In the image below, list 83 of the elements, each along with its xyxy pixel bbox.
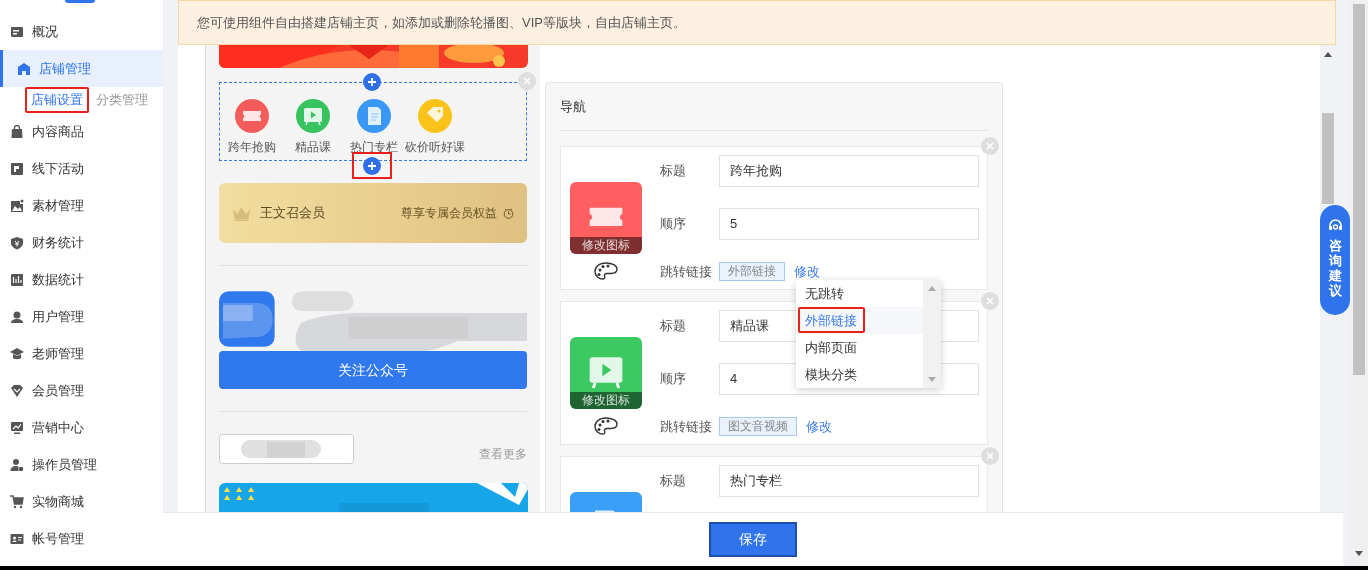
- field-label: 标题: [660, 472, 687, 491]
- change-icon-caption[interactable]: 修改图标: [570, 237, 642, 254]
- nav-icon-image[interactable]: 修改图标: [570, 337, 642, 409]
- home-icon: [17, 61, 31, 76]
- field-label: 跳转链接: [660, 418, 713, 436]
- close-button[interactable]: [981, 292, 999, 310]
- consult-label: 咨询建议: [1328, 239, 1342, 299]
- timer-icon: [503, 207, 514, 219]
- sidebar-item[interactable]: 会员管理: [0, 372, 163, 409]
- sidebar-item[interactable]: 概况: [0, 13, 163, 50]
- link-type-tag: 外部链接: [719, 262, 785, 282]
- link-type-tag: 图文音视频: [719, 417, 797, 437]
- flag-icon: [10, 161, 24, 176]
- blurred-avatar: [219, 291, 275, 347]
- link-type-dropdown[interactable]: 无跳转 外部链接 内部页面 模块分类: [796, 280, 941, 388]
- member-benefit: 尊享专属会员权益: [401, 205, 497, 222]
- badge-icon: [10, 383, 24, 398]
- change-icon-caption[interactable]: 修改图标: [570, 392, 642, 409]
- input-field[interactable]: 跨年抢购: [719, 155, 979, 187]
- add-button[interactable]: [363, 73, 381, 91]
- page-scrollbar[interactable]: [1350, 0, 1368, 566]
- shield-icon: [10, 235, 24, 250]
- scroll-down-icon[interactable]: [1355, 551, 1363, 556]
- save-button[interactable]: 保存: [709, 522, 797, 557]
- bar-chart-icon: [10, 272, 24, 287]
- close-button[interactable]: [981, 447, 999, 465]
- user-icon: [10, 309, 24, 324]
- scroll-up-icon[interactable]: [1324, 52, 1332, 57]
- image-icon: [10, 198, 24, 213]
- sidebar-item[interactable]: 实物商城: [0, 483, 163, 520]
- sidebar-item[interactable]: 营销中心: [0, 409, 163, 446]
- input-field[interactable]: 热门专栏: [719, 465, 979, 497]
- field-label: 顺序: [660, 370, 687, 389]
- nav-icon-image[interactable]: 修改图标: [570, 182, 642, 254]
- dropdown-option[interactable]: 外部链接: [796, 307, 923, 334]
- sidebar-item[interactable]: 店铺管理: [0, 50, 163, 87]
- field-label: 顺序: [660, 215, 687, 234]
- dropdown-option[interactable]: 无跳转: [796, 280, 923, 307]
- nav-label: 热门专栏: [349, 140, 398, 154]
- sidebar-item[interactable]: 线下活动: [0, 150, 163, 187]
- field-label: 跳转链接: [660, 263, 713, 281]
- sidebar-item[interactable]: 素材管理: [0, 187, 163, 224]
- crown-icon: [232, 205, 251, 221]
- top-button-edge: [65, 0, 95, 3]
- close-button[interactable]: [518, 72, 536, 90]
- palette-icon[interactable]: [594, 417, 618, 435]
- list-icon: [10, 24, 24, 39]
- chart-icon: [10, 420, 24, 435]
- sidebar-item[interactable]: 数据统计: [0, 261, 163, 298]
- input-field[interactable]: 5: [719, 208, 979, 240]
- scrollbar-thumb[interactable]: [1322, 113, 1334, 204]
- edit-link[interactable]: 修改: [806, 417, 832, 437]
- headset-icon: [1327, 219, 1343, 233]
- nav-block[interactable]: 跨年抢购 精品课 热门专栏 砍价听好课: [219, 82, 527, 161]
- field-label: 标题: [660, 162, 687, 181]
- graduation-cap-icon: [10, 346, 24, 361]
- editor-title: 导航: [560, 83, 988, 131]
- id-card-icon: [10, 531, 24, 546]
- edit-link[interactable]: 修改: [794, 262, 820, 282]
- user-settings-icon: [10, 457, 24, 472]
- close-button[interactable]: [981, 137, 999, 155]
- scrollbar-thumb[interactable]: [1353, 4, 1365, 375]
- palette-icon[interactable]: [594, 262, 618, 280]
- sidebar-item[interactable]: 帐号管理: [0, 520, 163, 557]
- member-name: 王文召会员: [260, 204, 325, 223]
- sidebar-item[interactable]: 用户管理: [0, 298, 163, 335]
- bag-icon: [10, 124, 24, 139]
- notice-text: 您可使用组件自由搭建店铺主页，如添加或删除轮播图、VIP等版块，自由店铺主页。: [178, 0, 1336, 45]
- add-button[interactable]: [363, 157, 381, 175]
- dropdown-option[interactable]: 模块分类: [796, 361, 923, 388]
- nav-label: 跨年抢购: [227, 140, 276, 154]
- nav-label: 砍价听好课: [404, 140, 465, 154]
- sidebar-item[interactable]: 内容商品: [0, 113, 163, 150]
- submenu-item[interactable]: 店铺设置: [25, 87, 89, 113]
- consult-button[interactable]: 咨询建议: [1320, 205, 1350, 315]
- sidebar-item[interactable]: 财务统计: [0, 224, 163, 261]
- follow-button[interactable]: 关注公众号: [219, 351, 527, 389]
- sidebar-item[interactable]: 操作员管理: [0, 446, 163, 483]
- member-card[interactable]: 王文召会员 尊享专属会员权益: [219, 183, 527, 243]
- cart-icon: [10, 494, 24, 509]
- field-label: 标题: [660, 317, 687, 336]
- nav-label: 精品课: [294, 140, 331, 154]
- sidebar-item[interactable]: 老师管理: [0, 335, 163, 372]
